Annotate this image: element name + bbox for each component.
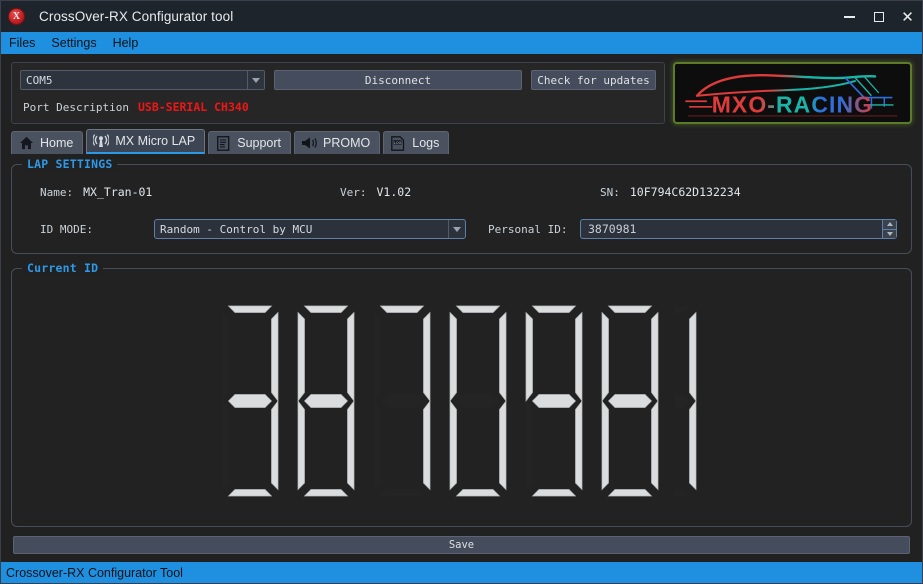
tab-home[interactable]: Home — [11, 131, 84, 154]
save-button[interactable]: Save — [13, 536, 910, 554]
seven-segment-digit — [525, 305, 582, 496]
stepper-up-icon[interactable] — [883, 220, 896, 230]
tab-home-label: Home — [40, 136, 74, 150]
antenna-icon — [93, 134, 110, 149]
app-logo-icon: X — [1, 1, 32, 32]
ver-value: V1.02 — [376, 185, 412, 199]
menu-item-settings[interactable]: Settings — [49, 35, 98, 51]
id-mode-row: ID MODE: Random - Control by MCU Persona… — [26, 219, 897, 239]
lap-settings-group: LAP SETTINGS Name: MX_Tran-01 Ver: V1.02… — [11, 157, 912, 254]
personal-id-value: 3870981 — [588, 222, 637, 236]
personal-id-input[interactable]: 3870981 — [580, 219, 897, 239]
menu-item-files[interactable]: Files — [7, 35, 37, 51]
personal-id-stepper[interactable] — [882, 220, 896, 238]
megaphone-icon — [301, 136, 317, 151]
log-file-icon: LOG — [390, 135, 406, 151]
port-description-label: Port Description — [23, 101, 129, 114]
app-badge: X — [8, 8, 25, 25]
stepper-down-icon[interactable] — [883, 229, 896, 238]
seven-segment-digit — [601, 305, 658, 496]
name-value: MX_Tran-01 — [83, 185, 153, 199]
maximize-button[interactable] — [864, 1, 893, 32]
menu-bar: Files Settings Help — [1, 32, 922, 54]
chevron-down-icon[interactable] — [247, 71, 264, 89]
seven-segment-digit — [449, 305, 506, 496]
tab-mx-micro-lap[interactable]: MX Micro LAP — [86, 129, 206, 154]
tab-bar: Home MX Micro LAP Support PROMO LOG Logs — [11, 129, 912, 154]
tab-logs[interactable]: LOG Logs — [383, 131, 450, 154]
device-name-field: Name: MX_Tran-01 — [40, 185, 340, 199]
save-area: Save — [11, 527, 912, 562]
lap-settings-title: LAP SETTINGS — [22, 157, 118, 171]
seven-segment-display — [219, 297, 705, 499]
id-mode-select[interactable]: Random - Control by MCU — [154, 219, 466, 239]
document-icon — [215, 135, 231, 151]
seven-segment-digit — [373, 305, 430, 496]
logo-text: MXO-RACING — [712, 91, 873, 117]
personal-id-label: Personal ID: — [488, 222, 568, 236]
name-label: Name: — [40, 186, 74, 199]
check-updates-button[interactable]: Check for updates — [531, 70, 656, 90]
app-window: X CrossOver-RX Configurator tool ✕ Files… — [0, 0, 923, 584]
maximize-icon — [873, 11, 884, 22]
tab-mx-micro-lap-label: MX Micro LAP — [115, 134, 196, 148]
disconnect-button[interactable]: Disconnect — [274, 70, 522, 90]
port-description-value: USB-SERIAL CH340 — [137, 100, 249, 114]
sn-value: 10F794C62D132234 — [629, 185, 741, 199]
port-select-value: COM5 — [26, 73, 53, 87]
seven-segment-digit — [674, 305, 696, 496]
tab-support-label: Support — [237, 136, 282, 150]
menu-item-help[interactable]: Help — [111, 35, 141, 51]
window-controls: ✕ — [835, 1, 922, 32]
id-mode-value: Random - Control by MCU — [160, 222, 313, 236]
window-title: CrossOver-RX Configurator tool — [39, 9, 234, 24]
status-text: Crossover-RX Configurator Tool — [6, 565, 183, 580]
seven-segment-digit — [297, 305, 354, 496]
mxo-racing-logo-icon: MXO-RACING — [685, 74, 898, 117]
sn-label: SN: — [600, 186, 620, 199]
device-sn-field: SN: 10F794C62D132234 — [600, 185, 741, 199]
seven-segment-digit — [221, 305, 278, 496]
status-bar: Crossover-RX Configurator Tool — [1, 562, 922, 583]
brand-logo: MXO-RACING — [673, 62, 912, 124]
tab-support[interactable]: Support — [208, 131, 292, 154]
port-description-row: Port Description USB-SERIAL CH340 — [20, 100, 656, 114]
minimize-icon — [844, 15, 855, 18]
tab-logs-label: Logs — [412, 136, 440, 150]
main-content: COM5 Disconnect Check for updates Port D… — [1, 54, 922, 562]
minimize-button[interactable] — [835, 1, 864, 32]
connection-area: COM5 Disconnect Check for updates Port D… — [11, 62, 912, 124]
id-mode-chevron-down-icon[interactable] — [448, 220, 465, 238]
title-bar: X CrossOver-RX Configurator tool ✕ — [1, 1, 922, 32]
tab-promo[interactable]: PROMO — [294, 131, 381, 154]
current-id-group: Current ID — [11, 261, 912, 527]
connection-controls-row: COM5 Disconnect Check for updates — [20, 70, 656, 90]
ver-label: Ver: — [340, 186, 367, 199]
close-button[interactable]: ✕ — [893, 1, 922, 32]
id-mode-label: ID MODE: — [40, 222, 93, 236]
home-icon — [18, 136, 34, 151]
connection-panel: COM5 Disconnect Check for updates Port D… — [11, 62, 665, 124]
svg-text:LOG: LOG — [394, 140, 402, 144]
device-version-field: Ver: V1.02 — [340, 185, 600, 199]
device-info-row: Name: MX_Tran-01 Ver: V1.02 SN: 10F794C6… — [26, 185, 897, 199]
port-select[interactable]: COM5 — [20, 70, 265, 90]
tab-promo-label: PROMO — [323, 136, 371, 150]
current-id-title: Current ID — [22, 261, 104, 275]
